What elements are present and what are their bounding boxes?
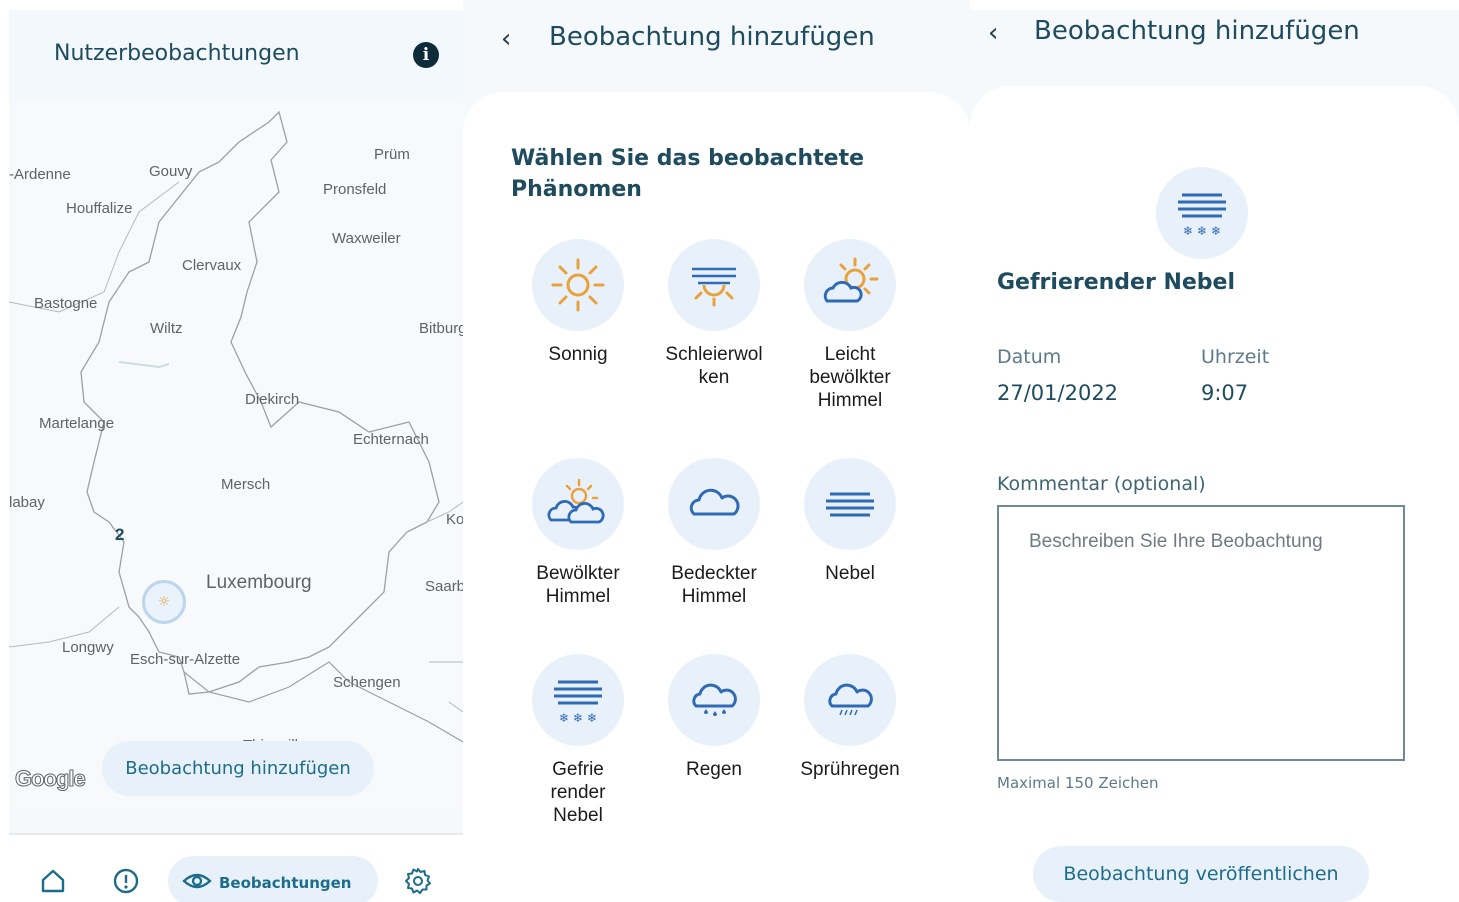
map-label: Ko bbox=[446, 511, 463, 528]
phenomenon-option-overcast[interactable]: Bedeckter Himmel bbox=[639, 458, 789, 608]
cloudy-icon bbox=[547, 478, 605, 524]
phenomenon-option-freezing-fog[interactable]: ❄ ❄ ❄ Gefrie render Nebel bbox=[503, 654, 653, 827]
add-observation-button[interactable]: Beobachtung hinzufügen bbox=[102, 741, 374, 796]
phenomenon-option-cloudy[interactable]: Bewölkter Himmel bbox=[503, 458, 653, 608]
map-label: Wiltz bbox=[150, 320, 183, 337]
svg-text:❄: ❄ bbox=[559, 711, 569, 725]
phenomenon-option-veiled-sun[interactable]: Schleierwol ken bbox=[639, 239, 789, 389]
map-label-capital: Luxembourg bbox=[206, 572, 312, 593]
observation-form-screen: ‹ Beobachtung hinzufügen ❄ ❄ ❄ Gefrierende… bbox=[970, 10, 1459, 902]
phenomenon-label: Gefrie render Nebel bbox=[550, 759, 606, 826]
phenomenon-label: Bewölkter Himmel bbox=[536, 563, 620, 607]
map-label: Gouvy bbox=[149, 163, 193, 180]
phenomenon-option-sunny[interactable]: Sonnig bbox=[503, 239, 653, 366]
phenomenon-label: Sonnig bbox=[548, 344, 608, 365]
map-label: Pronsfeld bbox=[323, 181, 387, 198]
choose-phenomenon-screen: ‹ Beobachtung hinzufügen Wählen Sie das … bbox=[463, 0, 970, 902]
partly-cloudy-icon bbox=[823, 257, 879, 303]
map-label: -Ardenne bbox=[9, 166, 71, 183]
rain-icon bbox=[692, 683, 737, 716]
time-label: Uhrzeit bbox=[1201, 346, 1270, 368]
map-label: Martelange bbox=[39, 415, 115, 432]
character-limit-hint: Maximal 150 Zeichen bbox=[997, 774, 1159, 792]
map-view[interactable]: -Ardenne Gouvy Prüm Pronsfeld Houffalize… bbox=[9, 102, 463, 810]
map-label: Clervaux bbox=[182, 257, 242, 274]
observation-marker[interactable]: ☼ bbox=[142, 580, 186, 624]
page-title: Beobachtung hinzufügen bbox=[1034, 16, 1360, 46]
svg-text:❄: ❄ bbox=[1197, 224, 1207, 238]
publish-observation-button[interactable]: Beobachtung veröffentlichen bbox=[1033, 846, 1369, 902]
info-icon[interactable]: i bbox=[413, 42, 439, 68]
alert-icon[interactable] bbox=[112, 867, 140, 895]
comment-label: Kommentar (optional) bbox=[997, 473, 1206, 495]
selected-phenomenon-name: Gefrierender Nebel bbox=[997, 270, 1236, 295]
observation-cluster-count[interactable]: 2 bbox=[115, 525, 124, 545]
map-label: Saarb bbox=[425, 578, 463, 595]
map-label: Esch-sur-Alzette bbox=[130, 651, 241, 668]
overcast-icon bbox=[689, 488, 740, 516]
phenomenon-label: Leicht bewölkter Himmel bbox=[809, 344, 891, 411]
time-value[interactable]: 9:07 bbox=[1201, 381, 1248, 405]
freezing-fog-icon: ❄ ❄ ❄ bbox=[1178, 193, 1226, 238]
map-label: Echternach bbox=[353, 431, 429, 448]
map-label: Longwy bbox=[62, 639, 114, 656]
fog-icon bbox=[826, 492, 874, 517]
observations-map-screen: Nutzerbeobachtungen i -Ardenne Gouvy Prü… bbox=[9, 10, 463, 902]
drizzle-icon bbox=[828, 683, 873, 716]
veiled-sun-icon bbox=[692, 267, 736, 307]
phenomenon-option-fog[interactable]: Nebel bbox=[775, 458, 925, 585]
freezing-fog-icon: ❄ ❄ ❄ bbox=[554, 680, 602, 725]
map-label: labay bbox=[9, 494, 45, 511]
phenomenon-label: Schleierwol ken bbox=[665, 344, 763, 388]
bottom-navigation: Beobachtungen bbox=[9, 835, 463, 902]
date-value[interactable]: 27/01/2022 bbox=[997, 381, 1118, 405]
phenomenon-label: Sprühregen bbox=[800, 759, 900, 780]
map-label: Bitburg bbox=[419, 320, 463, 337]
page-title: Beobachtung hinzufügen bbox=[549, 22, 875, 52]
back-button[interactable]: ‹ bbox=[501, 24, 511, 54]
page-title: Nutzerbeobachtungen bbox=[54, 41, 300, 66]
gear-icon[interactable] bbox=[404, 867, 432, 895]
sun-icon: ☼ bbox=[157, 594, 171, 610]
svg-text:❄: ❄ bbox=[1183, 224, 1193, 238]
eye-icon bbox=[182, 873, 212, 889]
map-label: Mersch bbox=[221, 476, 271, 493]
back-button[interactable]: ‹ bbox=[988, 18, 998, 48]
nav-observations-label: Beobachtungen bbox=[219, 874, 352, 892]
google-logo: Google bbox=[15, 766, 87, 792]
svg-text:❄: ❄ bbox=[1211, 224, 1221, 238]
svg-text:❄: ❄ bbox=[573, 711, 583, 725]
map-label: Houffalize bbox=[66, 200, 133, 217]
sun-icon bbox=[551, 258, 605, 312]
phenomenon-option-rain[interactable]: Regen bbox=[639, 654, 789, 781]
phenomenon-label: Bedeckter Himmel bbox=[671, 563, 757, 607]
section-heading: Wählen Sie das beobachtete Phänomen bbox=[511, 146, 865, 202]
phenomenon-option-partly-cloudy[interactable]: Leicht bewölkter Himmel bbox=[775, 239, 925, 412]
phenomenon-label: Nebel bbox=[825, 563, 875, 584]
comment-placeholder: Beschreiben Sie Ihre Beobachtung bbox=[1029, 531, 1323, 552]
map-label: Diekirch bbox=[245, 391, 300, 408]
date-label: Datum bbox=[997, 346, 1062, 368]
phenomenon-option-drizzle[interactable]: Sprühregen bbox=[775, 654, 925, 781]
map-label: Prüm bbox=[374, 146, 410, 163]
selected-phenomenon-icon-container: ❄ ❄ ❄ bbox=[1156, 167, 1248, 259]
phenomenon-label: Regen bbox=[686, 759, 742, 780]
nav-observations-tab[interactable]: Beobachtungen bbox=[168, 856, 378, 902]
svg-text:❄: ❄ bbox=[587, 711, 597, 725]
map-label: Schengen bbox=[333, 674, 401, 691]
map-label: Bastogne bbox=[34, 295, 98, 312]
map-label: Waxweiler bbox=[332, 230, 401, 247]
home-icon[interactable] bbox=[39, 867, 67, 895]
app-header: Nutzerbeobachtungen i bbox=[9, 10, 463, 102]
